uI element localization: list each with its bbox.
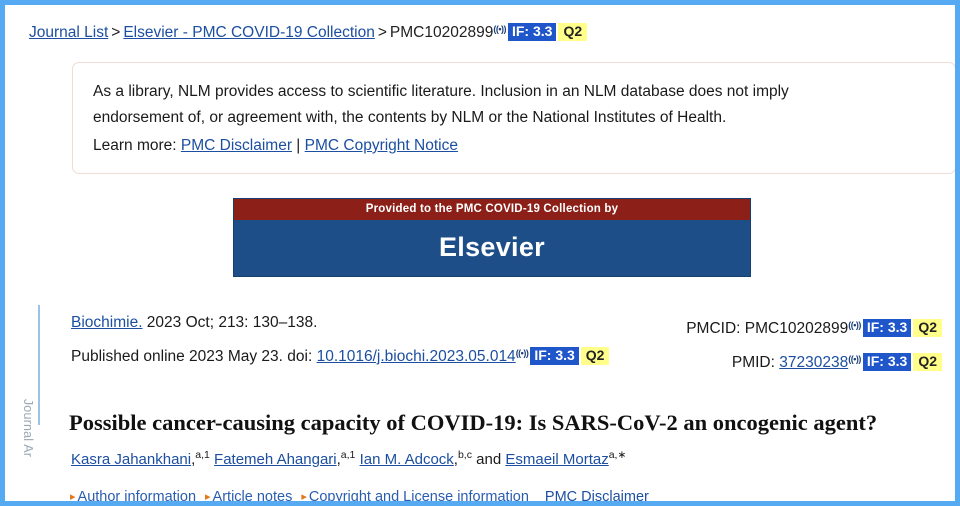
breadcrumb-journal-list-link[interactable]: Journal List xyxy=(29,24,108,41)
author-entry: Fatemeh Ahangari,a,1 xyxy=(214,449,360,468)
quartile-badge[interactable]: Q2 xyxy=(913,353,942,371)
author-list: Kasra Jahankhani,a,1 Fatemeh Ahangari,a,… xyxy=(71,445,626,470)
journal-title-link[interactable]: Biochimie. xyxy=(71,314,143,331)
author-entry: Esmaeil Mortaza,∗ xyxy=(505,449,627,468)
breadcrumb-separator-2: > xyxy=(377,24,387,41)
disclaimer-line-2: endorsement of, or agreement with, the c… xyxy=(93,109,727,126)
publisher-banner[interactable]: Provided to the PMC COVID-19 Collection … xyxy=(234,199,750,276)
pmid-link[interactable]: 37230238 xyxy=(779,354,848,371)
left-rail: Journal Ar xyxy=(5,301,57,501)
section-toggle-links: ▸ Author information ▸ Article notes ▸ Copyri… xyxy=(70,487,649,503)
author-separator: and xyxy=(471,451,506,468)
pmid-label: PMID: xyxy=(731,354,780,371)
breadcrumb-article-id: PMC10202899 xyxy=(389,24,494,41)
pmid-row: PMID: 37230238((•)) IF: 3.3 Q2 xyxy=(686,344,942,378)
nlm-disclaimer-box: As a library, NLM provides access to sci… xyxy=(72,62,955,174)
triangle-right-icon: ▸ xyxy=(205,491,211,503)
pmc-disclaimer-footer-link[interactable]: PMC Disclaimer xyxy=(545,489,649,501)
breadcrumb-collection-link[interactable]: Elsevier - PMC COVID-19 Collection xyxy=(123,24,375,41)
signal-icon: ((•)) xyxy=(515,348,529,358)
author-affiliation-marker: b,c xyxy=(457,449,472,461)
signal-icon: ((•)) xyxy=(493,24,506,34)
signal-icon: ((•)) xyxy=(848,320,861,330)
impact-factor-badge[interactable]: IF: 3.3 xyxy=(507,23,557,41)
article-notes-toggle[interactable]: Article notes xyxy=(213,489,293,501)
author-affiliation-marker: a,1 xyxy=(195,449,210,461)
author-link[interactable]: Esmaeil Mortaz xyxy=(505,451,608,468)
copyright-license-toggle[interactable]: Copyright and License information xyxy=(309,489,529,501)
quartile-badge[interactable]: Q2 xyxy=(580,347,610,365)
pmcid-row: PMCID: PMC10202899((•)) IF: 3.3 Q2 xyxy=(686,310,942,344)
rail-label: Journal Ar xyxy=(21,398,35,458)
disclaimer-learn-more-row: Learn more: PMC Disclaimer | PMC Copyrig… xyxy=(93,133,935,159)
author-link[interactable]: Fatemeh Ahangari xyxy=(214,451,337,468)
author-information-toggle[interactable]: Author information xyxy=(78,489,196,501)
author-affiliation-marker: a,∗ xyxy=(608,449,627,461)
breadcrumb-separator-1: > xyxy=(111,24,121,41)
impact-factor-badge[interactable]: IF: 3.3 xyxy=(530,347,579,365)
impact-factor-badge[interactable]: IF: 3.3 xyxy=(862,319,912,337)
breadcrumb: Journal List > Elsevier - PMC COVID-19 Col… xyxy=(29,19,588,43)
disclaimer-line-1: As a library, NLM provides access to sci… xyxy=(93,83,789,100)
quartile-badge[interactable]: Q2 xyxy=(913,319,942,337)
banner-provided-text: Provided to the PMC COVID-19 Collection … xyxy=(234,199,750,220)
author-entry: Kasra Jahankhani,a,1 xyxy=(71,449,214,468)
pmcid-value: PMC10202899 xyxy=(744,320,849,337)
triangle-right-icon: ▸ xyxy=(70,491,76,503)
identifier-block: PMCID: PMC10202899((•)) IF: 3.3 Q2 PMID: 3… xyxy=(686,310,942,378)
banner-publisher-name: Elsevier xyxy=(439,232,545,262)
pmc-copyright-notice-link[interactable]: PMC Copyright Notice xyxy=(305,137,458,154)
pmcid-label: PMCID: xyxy=(686,320,745,337)
signal-icon: ((•)) xyxy=(848,354,861,364)
triangle-right-icon: ▸ xyxy=(301,491,307,503)
citation-issue-text: 2023 Oct; 213: 130–138. xyxy=(142,314,318,331)
published-online-label: Published online 2023 May 23. doi: xyxy=(71,348,317,365)
quartile-badge[interactable]: Q2 xyxy=(558,23,588,41)
citation-doi-row: Published online 2023 May 23. doi: 10.10… xyxy=(71,338,610,372)
author-link[interactable]: Ian M. Adcock xyxy=(360,451,454,468)
author-link[interactable]: Kasra Jahankhani xyxy=(71,451,191,468)
impact-factor-badge[interactable]: IF: 3.3 xyxy=(862,353,912,371)
page-title: Possible cancer-causing capacity of COVI… xyxy=(69,410,878,436)
citation-block: Biochimie. 2023 Oct; 213: 130–138. Publi… xyxy=(71,308,610,372)
article-page: Journal Ar Journal List > Elsevier - PMC C… xyxy=(0,0,960,506)
doi-link[interactable]: 10.1016/j.biochi.2023.05.014 xyxy=(317,348,516,365)
rail-divider-line xyxy=(38,305,40,425)
learn-more-label: Learn more: xyxy=(93,137,177,154)
citation-journal-row: Biochimie. 2023 Oct; 213: 130–138. xyxy=(71,308,609,338)
author-affiliation-marker: a,1 xyxy=(340,449,356,461)
author-entry: Ian M. Adcock,b,c and xyxy=(360,449,506,468)
link-pipe-separator: | xyxy=(296,137,301,154)
pmc-disclaimer-link[interactable]: PMC Disclaimer xyxy=(181,137,292,154)
